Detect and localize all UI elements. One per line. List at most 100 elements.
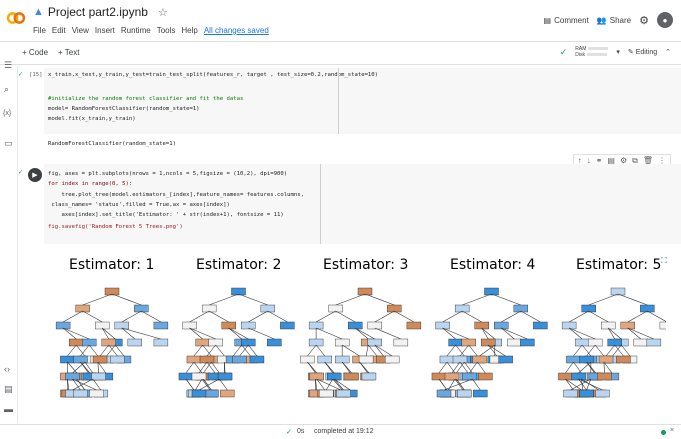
tree-edge	[315, 310, 336, 323]
tree-node	[334, 355, 350, 364]
add-code-button[interactable]: + Code	[22, 48, 48, 57]
tree-node	[267, 338, 282, 347]
tree-edge	[462, 310, 482, 323]
code-line: for index in range(0, 5):	[48, 181, 133, 187]
code-cell-1[interactable]: ✓ [15] x_train,x_test,y_train,y_test=tra…	[18, 66, 681, 138]
tree-node	[308, 321, 324, 330]
run-cell-button[interactable]: ▶	[28, 168, 42, 182]
tree-node	[601, 321, 616, 330]
comment-button[interactable]: ▤ Comment	[544, 16, 589, 25]
tree-node	[579, 355, 594, 364]
tree-node	[533, 321, 548, 330]
tree-edge	[99, 344, 109, 357]
tree-edge	[374, 344, 393, 357]
tree-edge	[472, 378, 481, 391]
saved-status-link[interactable]: All changes saved	[204, 26, 269, 35]
avatar[interactable]: ●	[657, 12, 673, 28]
tree-edge	[568, 327, 596, 340]
tree-edge	[394, 310, 415, 323]
command-palette-icon[interactable]: ▤	[4, 384, 13, 395]
runtime-dropdown-icon[interactable]: ▾	[616, 48, 620, 56]
status-check-icon: ✓	[286, 429, 292, 436]
settings-gear-icon[interactable]: ⚙	[639, 14, 649, 27]
toolbar-left: + Code + Text	[22, 48, 79, 57]
menu-view[interactable]: View	[72, 26, 89, 35]
tree-edge	[111, 293, 142, 306]
tree-edge	[185, 361, 195, 374]
menu-help[interactable]: Help	[181, 26, 197, 35]
tree-node	[587, 338, 603, 347]
tree-edge	[603, 361, 613, 374]
tree-edge	[62, 327, 90, 340]
tree-edge	[307, 344, 317, 357]
tree-edge	[647, 310, 666, 322]
tree-node	[571, 372, 586, 381]
output-expand-icon[interactable]: ⛶	[661, 256, 667, 266]
tree-edge	[568, 310, 589, 323]
tree-edge	[76, 378, 86, 391]
tree-edge	[612, 344, 622, 357]
tree-node	[581, 304, 596, 313]
tree-edge	[581, 344, 592, 357]
search-icon[interactable]: ⌕	[4, 84, 9, 95]
header-actions: ▤ Comment 👥 Share ⚙ ●	[544, 12, 673, 28]
close-status-icon[interactable]: ×	[670, 427, 674, 434]
code-cell-2[interactable]: ✓ fig, axes = plt.subplots(nrows = 1,nco…	[18, 164, 681, 244]
code-snippets-icon[interactable]: ‹›	[4, 364, 10, 374]
tree-edge	[565, 378, 574, 391]
tree-edge	[469, 361, 478, 374]
tree-edge	[211, 361, 220, 374]
tree-node	[114, 321, 129, 330]
menu-file[interactable]: File	[33, 26, 46, 35]
table-of-contents-icon[interactable]: ☰	[4, 60, 12, 71]
tree-edge	[267, 310, 288, 323]
connection-dot	[661, 430, 666, 435]
tree-node	[431, 372, 447, 381]
tree-edge	[565, 361, 574, 374]
editing-button[interactable]: ✎ Editing	[628, 48, 657, 56]
variables-icon[interactable]: {x}	[3, 110, 11, 117]
code-line: x_train,x_test,y_train,y_test=train_test…	[48, 72, 379, 78]
tree-edge	[355, 327, 375, 340]
colab-logo[interactable]	[6, 8, 26, 28]
tree-node	[220, 389, 235, 398]
code-line: tree.plot_tree(model.estimators_[index],…	[48, 192, 304, 198]
tree-node	[127, 338, 143, 347]
ram-disk-indicator[interactable]: RAM Disk	[575, 46, 609, 58]
menu-tools[interactable]: Tools	[157, 26, 176, 35]
tree-edge	[341, 361, 352, 374]
tree-edge	[464, 361, 473, 374]
menu-edit[interactable]: Edit	[52, 26, 66, 35]
tree-node	[92, 355, 108, 364]
notebook-title[interactable]: Project part2.ipynb	[48, 5, 148, 19]
menu-runtime[interactable]: Runtime	[121, 26, 151, 35]
share-button[interactable]: 👥 Share	[597, 16, 631, 25]
tree-edge	[459, 361, 469, 374]
tree-node	[481, 338, 496, 347]
tree-node	[595, 389, 610, 398]
code-line: class_names= 'status',filled = True,ax =…	[48, 202, 230, 208]
tree-node	[566, 355, 581, 364]
tree-node	[134, 304, 149, 313]
tree-edge	[488, 344, 506, 357]
files-icon[interactable]: ▭	[4, 138, 13, 149]
tree-edge	[573, 344, 583, 357]
code-line: model= RandomForestClassifier(random_sta…	[48, 106, 200, 112]
tree-edge	[446, 344, 456, 357]
tree-edge	[448, 378, 456, 391]
tree-edge	[605, 344, 615, 357]
tree-node	[646, 338, 662, 347]
tree-node	[326, 372, 342, 381]
terminal-icon[interactable]: ▬	[4, 404, 13, 414]
menu-insert[interactable]: Insert	[95, 26, 115, 35]
add-text-button[interactable]: + Text	[58, 48, 79, 57]
code-line: model.fit(x_train,y_train)	[48, 116, 136, 122]
star-icon[interactable]: ☆	[158, 6, 168, 19]
tree-node	[561, 321, 577, 330]
tree-node	[473, 389, 488, 398]
code-line: fig, axes = plt.subplots(nrows = 1,ncols…	[48, 171, 288, 177]
tree-node	[616, 355, 631, 364]
collapse-header-icon[interactable]: ⌃	[665, 48, 671, 56]
code-line: fig.savefig('Random Forest 5 Trees.png')	[48, 224, 183, 230]
tree-node	[201, 304, 217, 313]
